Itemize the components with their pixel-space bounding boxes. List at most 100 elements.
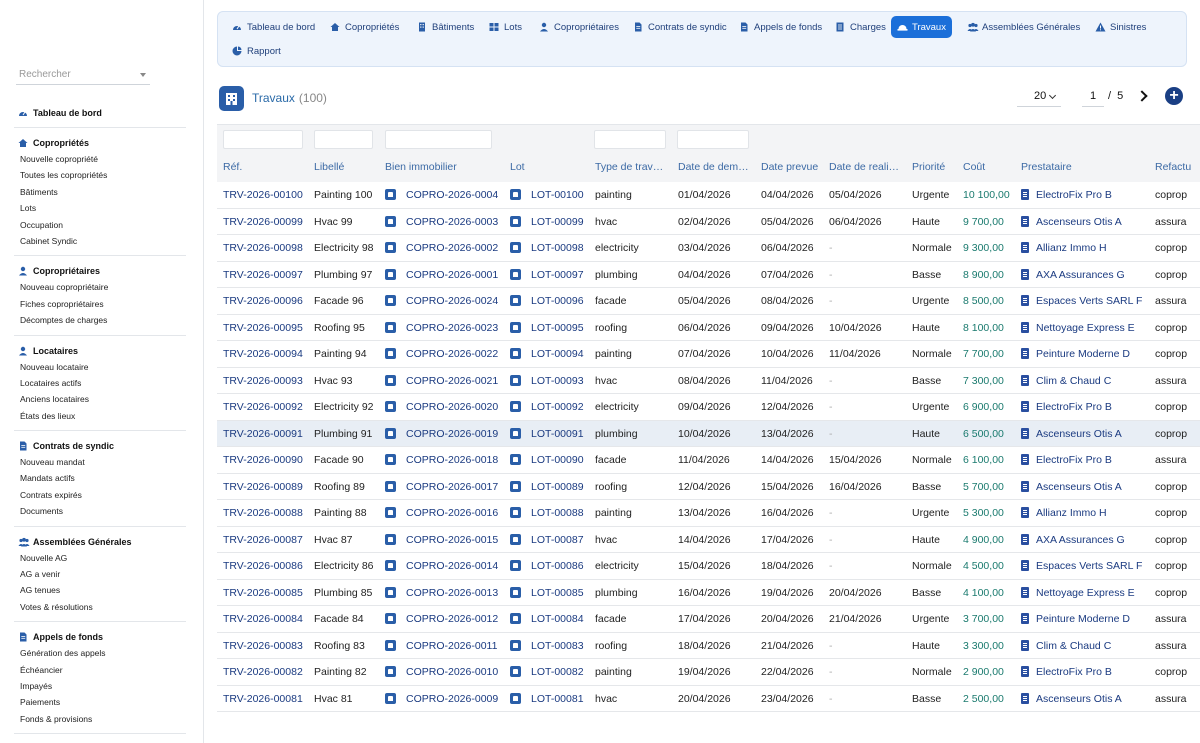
lot-link[interactable]: LOT-00086 [510, 553, 592, 579]
sidebar-item[interactable]: AG tenues [14, 582, 186, 598]
sidebar-group-header[interactable]: Assemblées Générales [14, 534, 186, 550]
tab-coproprietes[interactable]: Copropriétés [324, 16, 405, 38]
lot-link[interactable]: LOT-00092 [510, 394, 592, 420]
property-link[interactable]: COPRO-2026-0024 [385, 288, 507, 314]
property-link[interactable]: COPRO-2026-0009 [385, 686, 507, 712]
column-header[interactable]: Coût [963, 161, 1018, 173]
property-link[interactable]: COPRO-2026-0018 [385, 447, 507, 473]
sidebar-group-header[interactable]: Locataires [14, 343, 186, 359]
sidebar-item[interactable]: Lots [14, 200, 186, 216]
sidebar-item[interactable]: Paiements [14, 694, 186, 710]
property-link[interactable]: COPRO-2026-0013 [385, 580, 507, 606]
tab-assemblees-generales[interactable]: Assemblées Générales [961, 16, 1086, 38]
sidebar-item[interactable]: Bâtiments [14, 184, 186, 200]
ref-link[interactable]: TRV-2026-00100 [223, 182, 311, 208]
column-header[interactable]: Type de trav… [595, 161, 673, 173]
lot-link[interactable]: LOT-00099 [510, 209, 592, 235]
column-filter-input[interactable] [594, 130, 666, 149]
tab-rapport[interactable]: Rapport [226, 40, 287, 62]
property-link[interactable]: COPRO-2026-0010 [385, 659, 507, 685]
sidebar-search-select[interactable]: Rechercher [16, 66, 150, 85]
property-link[interactable]: COPRO-2026-0001 [385, 262, 507, 288]
table-row[interactable]: TRV-2026-00088 Painting 88 COPRO-2026-0016… [217, 500, 1200, 527]
provider-link[interactable]: Ascenseurs Otis A [1021, 209, 1151, 235]
provider-link[interactable]: ElectroFix Pro B [1021, 394, 1151, 420]
provider-link[interactable]: AXA Assurances G [1021, 262, 1151, 288]
provider-link[interactable]: ElectroFix Pro B [1021, 659, 1151, 685]
sidebar-item[interactable]: Génération des appels [14, 645, 186, 661]
property-link[interactable]: COPRO-2026-0019 [385, 421, 507, 447]
sidebar-item[interactable]: Nouveau copropriétaire [14, 279, 186, 295]
property-link[interactable]: COPRO-2026-0014 [385, 553, 507, 579]
column-header[interactable]: Date prevue [761, 161, 825, 173]
ref-link[interactable]: TRV-2026-00097 [223, 262, 311, 288]
ref-link[interactable]: TRV-2026-00085 [223, 580, 311, 606]
table-row[interactable]: TRV-2026-00099 Hvac 99 COPRO-2026-0003 LOT-… [217, 209, 1200, 235]
property-link[interactable]: COPRO-2026-0016 [385, 500, 507, 526]
sidebar-item[interactable]: Fonds & provisions [14, 711, 186, 727]
sidebar-item[interactable]: Documents [14, 503, 186, 519]
table-row[interactable]: TRV-2026-00095 Roofing 95 COPRO-2026-0023 L… [217, 315, 1200, 341]
column-header[interactable]: Date de dem… [678, 161, 756, 173]
lot-link[interactable]: LOT-00081 [510, 686, 592, 712]
provider-link[interactable]: Espaces Verts SARL F [1021, 553, 1151, 579]
sidebar-item[interactable]: Décomptes de charges [14, 312, 186, 328]
sidebar-group-header[interactable]: Copropriétaires [14, 263, 186, 279]
lot-link[interactable]: LOT-00098 [510, 235, 592, 261]
sidebar-item[interactable]: Nouveau locataire [14, 359, 186, 375]
property-link[interactable]: COPRO-2026-0002 [385, 235, 507, 261]
lot-link[interactable]: LOT-00083 [510, 633, 592, 659]
sidebar-item[interactable]: États des lieux [14, 408, 186, 424]
sidebar-item[interactable]: Occupation [14, 217, 186, 233]
table-row[interactable]: TRV-2026-00093 Hvac 93 COPRO-2026-0021 LOT-… [217, 368, 1200, 394]
column-header[interactable]: Bien immobilier [385, 161, 507, 173]
tab-batiments[interactable]: Bâtiments [411, 16, 480, 38]
sidebar-item[interactable]: Impayés [14, 678, 186, 694]
lot-link[interactable]: LOT-00093 [510, 368, 592, 394]
sidebar-item[interactable]: Cabinet Syndic [14, 233, 186, 249]
sidebar-group-header[interactable]: Tableau de bord [14, 105, 186, 121]
lot-link[interactable]: LOT-00094 [510, 341, 592, 367]
ref-link[interactable]: TRV-2026-00087 [223, 527, 311, 553]
column-filter-input[interactable] [385, 130, 492, 149]
ref-link[interactable]: TRV-2026-00083 [223, 633, 311, 659]
sidebar-item[interactable]: Nouveau mandat [14, 454, 186, 470]
provider-link[interactable]: Espaces Verts SARL F [1021, 288, 1151, 314]
lot-link[interactable]: LOT-00091 [510, 421, 592, 447]
provider-link[interactable]: Nettoyage Express E [1021, 315, 1151, 341]
sidebar-group-header[interactable]: Copropriétés [14, 135, 186, 151]
current-page-input[interactable]: 1 [1082, 86, 1104, 107]
ref-link[interactable]: TRV-2026-00094 [223, 341, 311, 367]
column-header[interactable]: Date de reali… [829, 161, 907, 173]
sidebar-item[interactable]: Mandats actifs [14, 470, 186, 486]
sidebar-item[interactable]: AG a venir [14, 566, 186, 582]
table-row[interactable]: TRV-2026-00098 Electricity 98 COPRO-2026-0… [217, 235, 1200, 262]
provider-link[interactable]: AXA Assurances G [1021, 527, 1151, 553]
column-header[interactable]: Réf. [223, 161, 311, 173]
column-header[interactable]: Libellé [314, 161, 382, 173]
provider-link[interactable]: Allianz Immo H [1021, 235, 1151, 261]
tab-appels-de-fonds[interactable]: Appels de fonds [733, 16, 828, 38]
column-header[interactable]: Prestataire [1021, 161, 1151, 173]
tab-coproprietaires[interactable]: Copropriétaires [533, 16, 625, 38]
table-row[interactable]: TRV-2026-00089 Roofing 89 COPRO-2026-0017 L… [217, 474, 1200, 500]
property-link[interactable]: COPRO-2026-0003 [385, 209, 507, 235]
table-row[interactable]: TRV-2026-00090 Facade 90 COPRO-2026-0018 LO… [217, 447, 1200, 474]
sidebar-group-header[interactable]: Contrats de syndic [14, 438, 186, 454]
ref-link[interactable]: TRV-2026-00098 [223, 235, 311, 261]
tab-lots[interactable]: Lots [483, 16, 528, 38]
page-size-select[interactable]: 20 [1017, 86, 1061, 107]
ref-link[interactable]: TRV-2026-00095 [223, 315, 311, 341]
sidebar-item[interactable]: Votes & résolutions [14, 599, 186, 615]
lot-link[interactable]: LOT-00095 [510, 315, 592, 341]
ref-link[interactable]: TRV-2026-00084 [223, 606, 311, 632]
table-row[interactable]: TRV-2026-00083 Roofing 83 COPRO-2026-0011 L… [217, 633, 1200, 659]
sidebar-item[interactable]: Nouvelle copropriété [14, 151, 186, 167]
property-link[interactable]: COPRO-2026-0023 [385, 315, 507, 341]
property-link[interactable]: COPRO-2026-0011 [385, 633, 507, 659]
table-row[interactable]: TRV-2026-00085 Plumbing 85 COPRO-2026-0013… [217, 580, 1200, 606]
lot-link[interactable]: LOT-00088 [510, 500, 592, 526]
ref-link[interactable]: TRV-2026-00081 [223, 686, 311, 712]
tab-charges[interactable]: Charges [829, 16, 892, 38]
ref-link[interactable]: TRV-2026-00090 [223, 447, 311, 473]
